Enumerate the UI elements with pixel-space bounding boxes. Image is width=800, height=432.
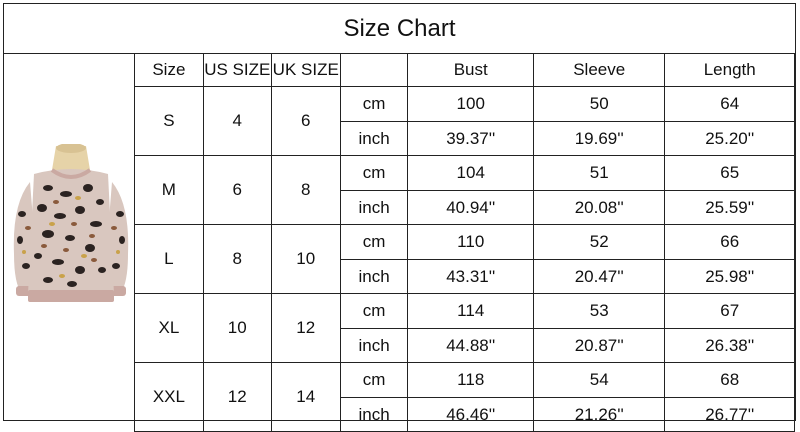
bust-cell: 46.46'' xyxy=(407,397,534,432)
sleeve-cell: 54 xyxy=(532,362,666,398)
header-row: Size US SIZE UK SIZE Bust Sleeve Length xyxy=(134,53,795,87)
header-bust: Bust xyxy=(407,53,534,87)
size-cell: S xyxy=(134,86,204,156)
unit-cell: cm xyxy=(339,293,409,329)
length-cell: 65 xyxy=(664,155,795,191)
sleeve-cell: 53 xyxy=(532,293,666,329)
uk-size-cell: 12 xyxy=(270,293,341,363)
length-cell: 25.59'' xyxy=(664,190,795,225)
length-cell: 64 xyxy=(664,86,795,122)
sleeve-cell: 52 xyxy=(532,224,666,260)
header-us-size: US SIZE xyxy=(202,53,272,87)
us-size-cell: 6 xyxy=(202,155,272,225)
header-size: Size xyxy=(134,53,204,87)
header-sleeve: Sleeve xyxy=(532,53,666,87)
sleeve-cell: 51 xyxy=(532,155,666,191)
size-table: Size US SIZE UK SIZE Bust Sleeve Length … xyxy=(134,53,795,432)
sleeve-cell: 50 xyxy=(532,86,666,122)
uk-size-cell: 14 xyxy=(270,362,341,432)
sleeve-cell: 20.47'' xyxy=(532,259,666,294)
size-row-cm: M 6 8 cm 104 51 65 xyxy=(134,155,795,225)
length-cell: 25.20'' xyxy=(664,121,795,156)
us-size-cell: 10 xyxy=(202,293,272,363)
bust-cell: 43.31'' xyxy=(407,259,534,294)
unit-cell: cm xyxy=(339,86,409,122)
length-cell: 26.38'' xyxy=(664,328,795,363)
bust-cell: 44.88'' xyxy=(407,328,534,363)
header-unit xyxy=(339,53,409,87)
uk-size-cell: 10 xyxy=(270,224,341,294)
bust-cell: 40.94'' xyxy=(407,190,534,225)
size-row-cm: XXL 12 14 cm 118 54 68 xyxy=(134,362,795,432)
unit-cell: inch xyxy=(339,121,409,156)
size-row-cm: L 8 10 cm 110 52 66 xyxy=(134,224,795,294)
length-cell: 66 xyxy=(664,224,795,260)
unit-cell: inch xyxy=(339,397,409,432)
bust-cell: 104 xyxy=(407,155,534,191)
bust-cell: 114 xyxy=(407,293,534,329)
length-cell: 67 xyxy=(664,293,795,329)
length-cell: 68 xyxy=(664,362,795,398)
uk-size-cell: 8 xyxy=(270,155,341,225)
unit-cell: cm xyxy=(339,224,409,260)
size-row-cm: S 4 6 cm 100 50 64 xyxy=(134,86,795,156)
sleeve-cell: 20.08'' xyxy=(532,190,666,225)
bust-cell: 110 xyxy=(407,224,534,260)
bust-cell: 118 xyxy=(407,362,534,398)
header-length: Length xyxy=(664,53,795,87)
bust-cell: 100 xyxy=(407,86,534,122)
unit-cell: cm xyxy=(339,155,409,191)
size-cell: XL xyxy=(134,293,204,363)
us-size-cell: 4 xyxy=(202,86,272,156)
sleeve-cell: 21.26'' xyxy=(532,397,666,432)
uk-size-cell: 6 xyxy=(270,86,341,156)
unit-cell: inch xyxy=(339,328,409,363)
unit-cell: inch xyxy=(339,190,409,225)
length-cell: 26.77'' xyxy=(664,397,795,432)
us-size-cell: 8 xyxy=(202,224,272,294)
bust-cell: 39.37'' xyxy=(407,121,534,156)
header-uk-size: UK SIZE xyxy=(270,53,341,87)
sleeve-cell: 19.69'' xyxy=(532,121,666,156)
chart-title: Size Chart xyxy=(4,4,795,54)
unit-cell: inch xyxy=(339,259,409,294)
length-cell: 25.98'' xyxy=(664,259,795,294)
leopard-sweater-image xyxy=(8,144,134,314)
sleeve-cell: 20.87'' xyxy=(532,328,666,363)
size-row-cm: XL 10 12 cm 114 53 67 xyxy=(134,293,795,363)
unit-cell: cm xyxy=(339,362,409,398)
size-chart-frame: Size Chart Size US SIZE UK SIZE Bust Sle… xyxy=(3,3,796,432)
size-cell: L xyxy=(134,224,204,294)
us-size-cell: 12 xyxy=(202,362,272,432)
size-cell: M xyxy=(134,155,204,225)
size-cell: XXL xyxy=(134,362,204,432)
